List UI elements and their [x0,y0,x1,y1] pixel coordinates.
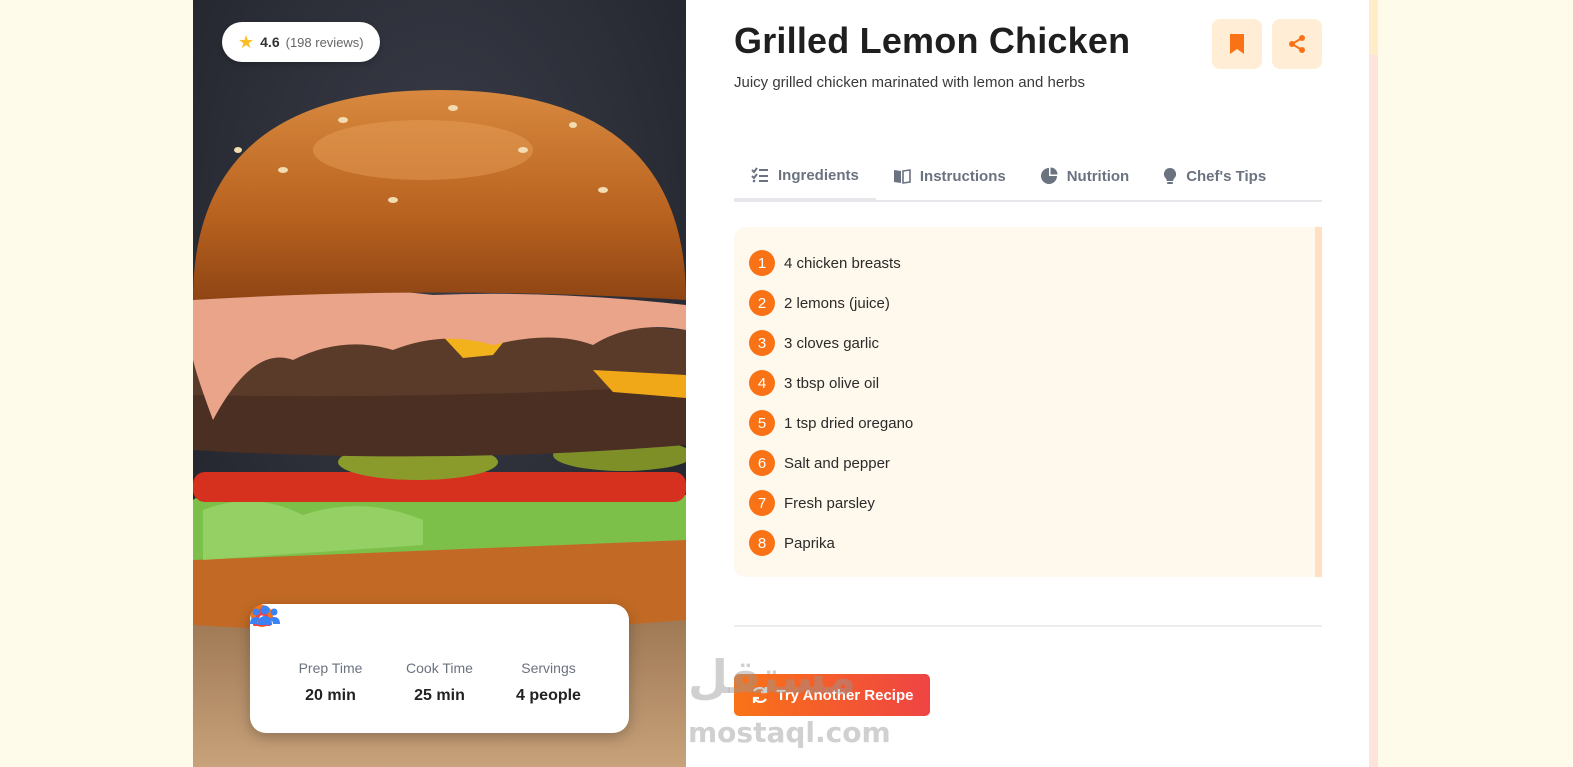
ingredient-number: 7 [749,490,775,516]
ingredient-text: 4 chicken breasts [784,254,901,272]
list-item: 8 Paprika [749,523,1315,563]
ingredient-number: 6 [749,450,775,476]
list-item: 5 1 tsp dried oregano [749,403,1315,443]
stat-prep-time: Prep Time 20 min [251,605,381,733]
recipe-card: ★ 4.6 (198 reviews) Prep Time 20 min Coo… [193,0,1369,767]
recipe-content: Grilled Lemon Chicken Juicy grilled chic… [734,0,1322,767]
ingredient-number: 2 [749,290,775,316]
tab-chefs-tips[interactable]: Chef's Tips [1146,152,1283,200]
stat-servings: Servings 4 people [250,605,599,733]
tab-nutrition[interactable]: Nutrition [1023,152,1146,200]
ingredient-number: 5 [749,410,775,436]
ingredient-number: 1 [749,250,775,276]
list-item: 1 4 chicken breasts [749,243,1315,283]
stat-label: Prep Time [298,660,363,676]
list-item: 3 3 cloves garlic [749,323,1315,363]
lightbulb-icon [1163,167,1177,185]
ingredient-text: Salt and pepper [784,454,890,472]
cta-label: Try Another Recipe [776,686,914,704]
list-item: 2 2 lemons (juice) [749,283,1315,323]
star-icon: ★ [238,32,255,52]
ingredient-text: 3 tbsp olive oil [784,374,880,392]
ingredient-number: 8 [749,530,775,556]
tab-label: Nutrition [1066,167,1130,185]
list-item: 4 3 tbsp olive oil [749,363,1315,403]
stat-label: Cook Time [406,660,473,676]
ingredient-number: 3 [749,330,775,356]
scroll-edge [1369,0,1378,767]
recipe-stats: Prep Time 20 min Cook Time 25 min Servin… [250,604,629,733]
try-another-recipe-button[interactable]: Try Another Recipe [734,674,930,716]
bookmark-icon [1230,34,1244,54]
share-icon [1289,35,1305,53]
ingredients-list: 1 4 chicken breasts 2 2 lemons (juice) 3… [734,227,1322,577]
tab-label: Ingredients [778,166,859,184]
stat-cook-time: Cook Time 25 min [253,606,490,733]
book-open-icon [893,168,911,184]
tab-instructions[interactable]: Instructions [876,152,1023,200]
list-item: 6 Salt and pepper [749,443,1315,483]
ingredient-text: Fresh parsley [784,494,875,512]
share-button[interactable] [1272,19,1322,69]
stat-label: Servings [521,660,576,676]
refresh-icon [752,686,767,704]
stat-value: 20 min [305,687,356,704]
rating-badge: ★ 4.6 (198 reviews) [222,22,380,62]
recipe-subtitle: Juicy grilled chicken marinated with lem… [734,74,1086,91]
recipe-image: ★ 4.6 (198 reviews) Prep Time 20 min Coo… [193,0,686,767]
list-item: 7 Fresh parsley [749,483,1315,523]
ingredient-text: 1 tsp dried oregano [784,414,914,432]
stat-value: 25 min [414,687,465,704]
ingredient-number: 4 [749,370,775,396]
review-count: (198 reviews) [285,34,364,50]
divider [734,625,1322,627]
list-check-icon [751,167,769,183]
ingredient-text: 2 lemons (juice) [784,294,890,312]
rating-value: 4.6 [260,34,280,50]
tab-ingredients[interactable]: Ingredients [734,152,876,200]
pie-chart-icon [1040,167,1058,185]
bookmark-button[interactable] [1212,19,1262,69]
stat-value: 4 people [516,687,581,704]
ingredient-text: 3 cloves garlic [784,334,880,352]
recipe-title: Grilled Lemon Chicken [734,20,1131,61]
tab-label: Instructions [919,167,1006,185]
recipe-tabs: Ingredients Instructions Nutrition Chef'… [734,152,1322,202]
ingredient-text: Paprika [784,534,835,552]
tab-label: Chef's Tips [1186,167,1267,185]
